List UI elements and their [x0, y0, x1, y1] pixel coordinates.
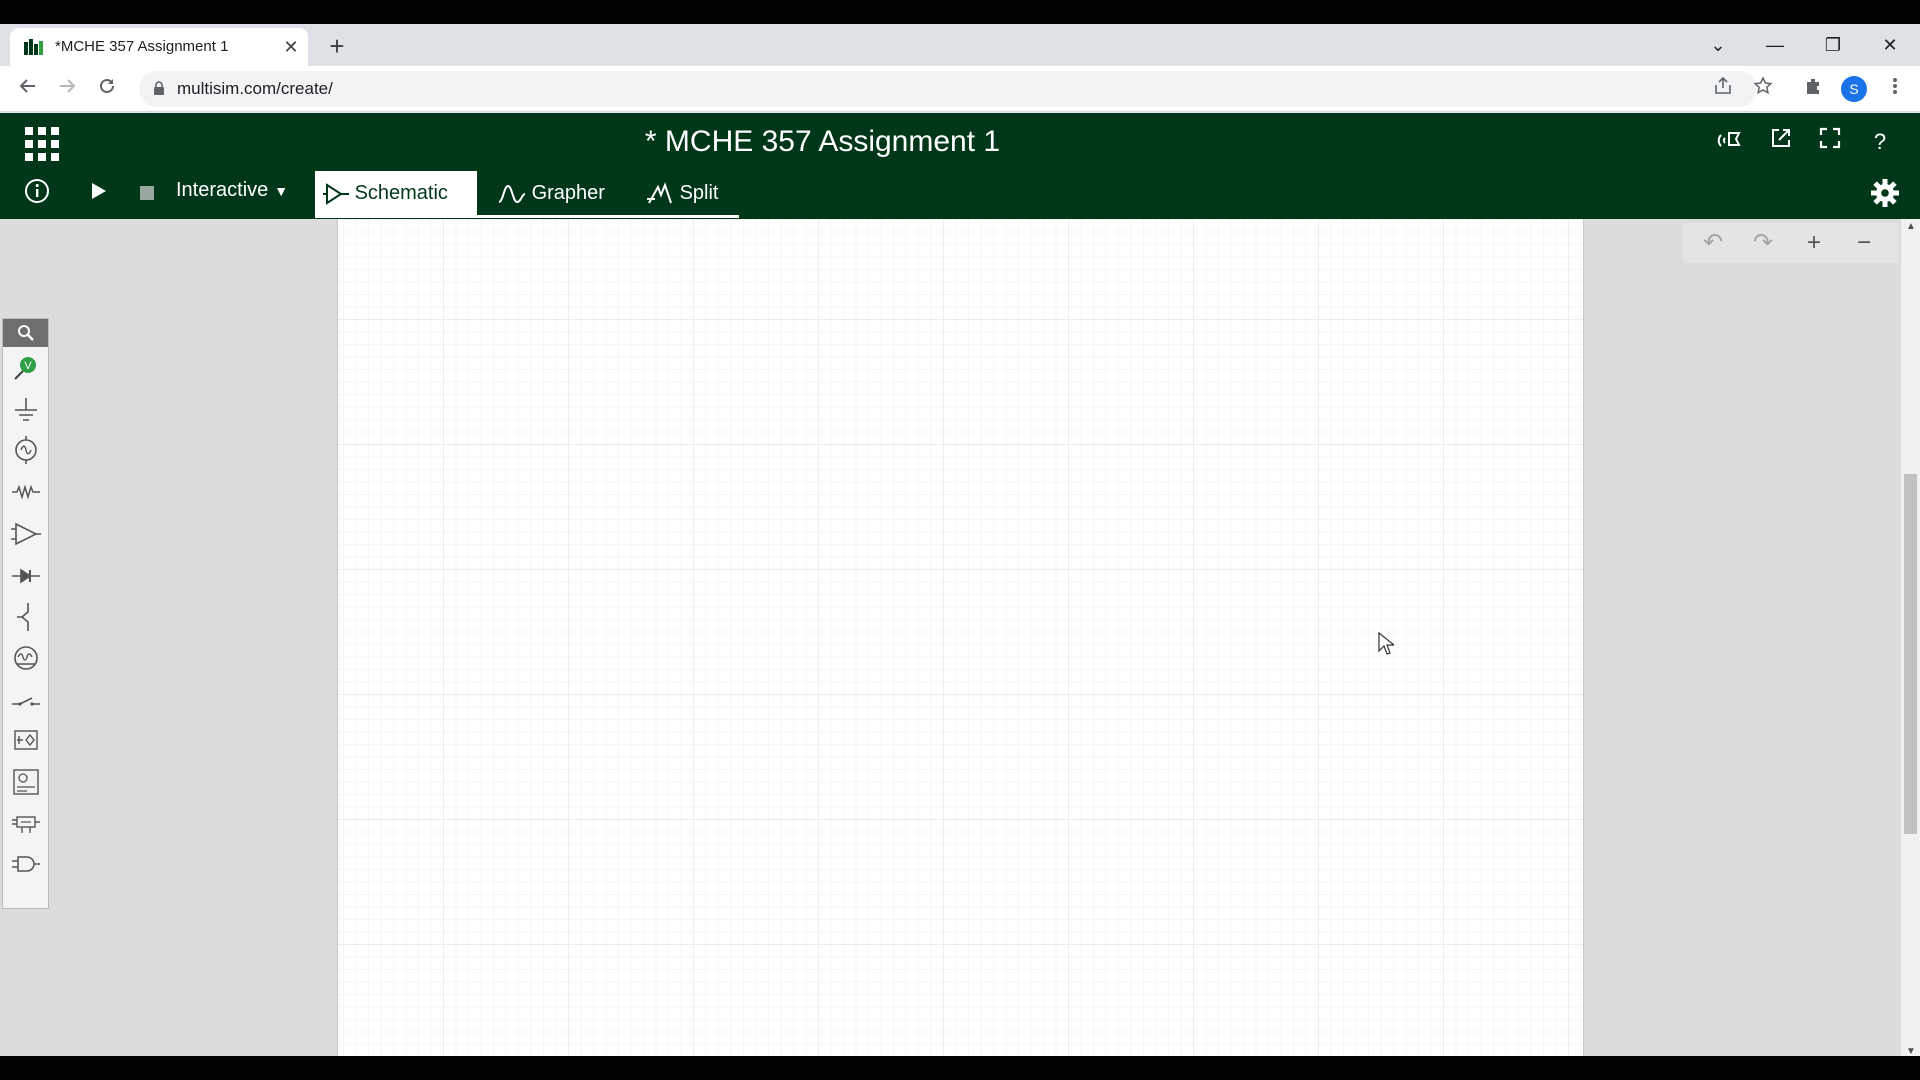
schematic-icon — [323, 182, 349, 205]
tab-schematic[interactable]: Schematic — [315, 171, 477, 215]
zoom-out-button[interactable]: − — [1849, 228, 1879, 258]
workspace: V ↶ ↷ + − — [0, 219, 1901, 1056]
scroll-down-icon[interactable]: ▼ — [1906, 1046, 1916, 1056]
extensions-icon[interactable] — [1800, 76, 1826, 102]
redo-button[interactable]: ↷ — [1748, 228, 1778, 258]
settings-gear-icon[interactable] — [1870, 178, 1900, 208]
forward-icon — [60, 79, 76, 93]
tab-close-icon[interactable]: ✕ — [280, 36, 302, 58]
mode-label: Interactive — [176, 179, 269, 201]
help-icon[interactable]: ? — [1865, 127, 1895, 157]
stop-icon — [140, 186, 154, 200]
menu-icon[interactable] — [1882, 76, 1908, 102]
switch-icon[interactable] — [11, 685, 41, 715]
run-simulation-button[interactable] — [84, 178, 114, 208]
undo-button[interactable]: ↶ — [1698, 228, 1728, 258]
back-icon — [19, 79, 35, 93]
diode-icon[interactable] — [11, 561, 41, 591]
reload-icon — [100, 78, 114, 93]
back-button[interactable] — [13, 74, 43, 104]
zoom-in-button[interactable]: + — [1799, 228, 1829, 258]
browser-toolbar: multisim.com/create/ S — [0, 66, 1920, 112]
tab-title: *MCHE 357 Assignment 1 — [55, 38, 229, 55]
profile-avatar[interactable]: S — [1841, 76, 1867, 102]
vertical-scrollbar[interactable]: ▲ ▼ — [1901, 219, 1920, 1056]
ground-icon[interactable] — [11, 394, 41, 424]
minimize-button[interactable]: — — [1752, 28, 1798, 62]
url-text: multisim.com/create/ — [177, 79, 333, 98]
analog-block-icon[interactable] — [11, 767, 41, 797]
split-view-icon — [647, 181, 672, 204]
tab-schematic-label: Schematic — [354, 182, 448, 204]
controlled-source-icon[interactable] — [11, 725, 41, 755]
feedback-icon[interactable] — [1716, 127, 1746, 157]
export-icon[interactable] — [1766, 127, 1796, 157]
chevron-down-icon: ▼ — [274, 183, 289, 199]
stop-simulation-button[interactable] — [132, 178, 162, 208]
resistor-icon[interactable] — [11, 477, 41, 507]
amplifier-icon[interactable] — [11, 519, 41, 549]
scroll-up-icon[interactable]: ▲ — [1906, 221, 1916, 232]
view-controls: ↶ ↷ + − — [1683, 223, 1899, 263]
reload-button[interactable] — [92, 74, 122, 104]
probe-icon[interactable]: V — [11, 353, 41, 383]
close-window-button[interactable]: ✕ — [1867, 28, 1913, 62]
browser-window: *MCHE 357 Assignment 1 ✕ + ⌄ — ❐ ✕ multi… — [0, 24, 1920, 1056]
simulation-mode-dropdown[interactable]: Interactive ▼ — [176, 179, 288, 202]
digital-block-icon[interactable] — [11, 808, 41, 838]
star-icon[interactable] — [1750, 76, 1776, 102]
document-title: * MCHE 357 Assignment 1 — [644, 125, 1001, 158]
lock-icon — [154, 81, 164, 95]
share-icon[interactable] — [1710, 76, 1736, 102]
app-header: * MCHE 357 Assignment 1 ? — [0, 113, 1920, 167]
waveform-icon — [498, 184, 526, 203]
logic-gate-icon[interactable] — [11, 849, 41, 879]
fullscreen-icon[interactable] — [1815, 127, 1845, 157]
transistor-icon[interactable] — [11, 602, 41, 632]
tab-split-label: Split — [679, 182, 719, 204]
probe-badge: V — [24, 360, 32, 372]
address-bar[interactable]: multisim.com/create/ — [139, 71, 1757, 107]
vertical-scroll-thumb[interactable] — [1904, 474, 1917, 834]
tab-search-button[interactable]: ⌄ — [1695, 28, 1741, 62]
schematic-canvas[interactable] — [337, 219, 1584, 1056]
mouse-cursor-icon — [1378, 632, 1394, 655]
component-palette: V — [2, 318, 49, 909]
meter-icon[interactable] — [11, 643, 41, 673]
app-toolbar: Interactive ▼ Schematic Grapher Split — [0, 167, 1920, 219]
new-tab-button[interactable]: + — [322, 32, 352, 62]
info-icon[interactable] — [22, 178, 52, 208]
source-icon[interactable] — [11, 435, 41, 465]
tab-split[interactable]: Split — [638, 171, 738, 215]
browser-tab[interactable]: *MCHE 357 Assignment 1 ✕ — [10, 28, 308, 66]
tab-strip: *MCHE 357 Assignment 1 ✕ + ⌄ — ❐ ✕ — [0, 24, 1920, 66]
tab-grapher[interactable]: Grapher — [490, 171, 620, 215]
forward-button[interactable] — [52, 74, 82, 104]
screen: *MCHE 357 Assignment 1 ✕ + ⌄ — ❐ ✕ multi… — [0, 0, 1920, 1080]
play-icon — [92, 183, 106, 199]
tab-grapher-label: Grapher — [531, 182, 605, 204]
component-search-button[interactable] — [3, 319, 48, 347]
tab-underline — [315, 215, 739, 218]
restore-button[interactable]: ❐ — [1810, 28, 1856, 62]
multisim-favicon-icon — [24, 39, 43, 55]
search-icon — [18, 325, 34, 341]
